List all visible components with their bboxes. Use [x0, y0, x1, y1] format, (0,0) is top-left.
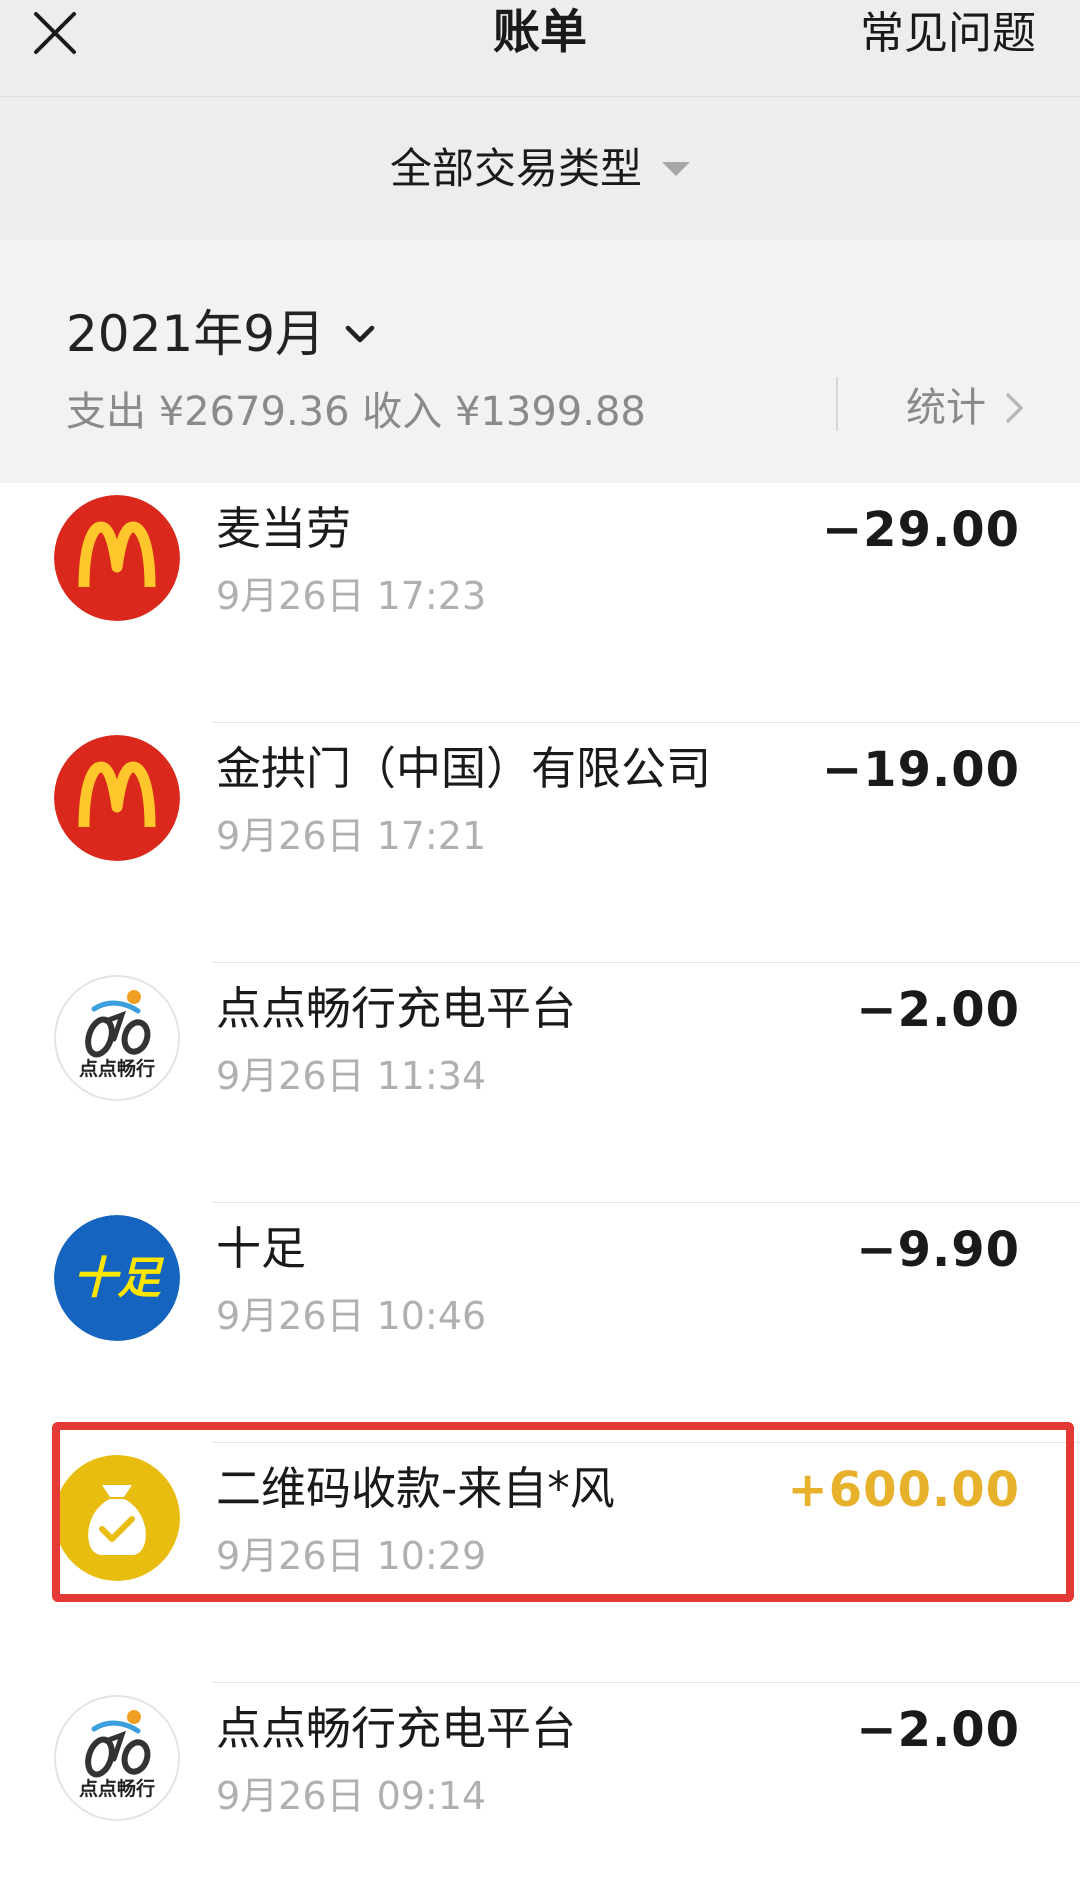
top-bar: 账单 常见问题: [0, 0, 1080, 97]
transaction-time: 9月26日 10:46: [216, 1294, 487, 1338]
month-selector[interactable]: 2021年9月: [66, 302, 377, 366]
transaction-amount: −19.00: [821, 742, 1020, 798]
transaction-row[interactable]: 金拱门（中国）有限公司 9月26日 17:21 −19.00: [0, 723, 1080, 963]
diandian-logo-icon: 点点畅行: [54, 975, 180, 1101]
transaction-row[interactable]: 麦当劳 9月26日 17:23 −29.00: [0, 483, 1080, 723]
chevron-down-icon: [345, 325, 375, 343]
transaction-name: 二维码收款-来自*风: [216, 1462, 615, 1515]
month-label: 2021年9月: [66, 305, 326, 363]
filter-label: 全部交易类型: [389, 143, 642, 193]
transaction-amount: −9.90: [856, 1222, 1020, 1278]
money-bag-icon: [54, 1455, 180, 1581]
transaction-name: 点点畅行充电平台: [216, 982, 577, 1035]
transaction-amount: −2.00: [856, 982, 1020, 1038]
chevron-right-icon: [1006, 393, 1023, 423]
transaction-name: 金拱门（中国）有限公司: [216, 742, 712, 795]
transaction-row[interactable]: 十足 十足 9月26日 10:46 −9.90: [0, 1203, 1080, 1443]
diandian-logo-icon: 点点畅行: [54, 1695, 180, 1821]
transaction-amount: −2.00: [856, 1702, 1020, 1758]
stats-label: 统计: [906, 385, 986, 431]
transaction-amount: −29.00: [821, 502, 1020, 558]
transaction-time: 9月26日 11:34: [216, 1054, 487, 1098]
transaction-type-filter[interactable]: 全部交易类型: [0, 97, 1080, 240]
mcdonalds-logo-icon: [54, 735, 180, 861]
summary-divider: [836, 377, 838, 431]
transaction-row[interactable]: 点点畅行 点点畅行充电平台 9月26日 09:14 −2.00: [0, 1683, 1080, 1895]
transaction-name: 麦当劳: [216, 502, 352, 555]
stats-link[interactable]: 统计: [906, 380, 1028, 436]
diandian-logo-text: 点点畅行: [79, 1777, 155, 1800]
transaction-row[interactable]: 二维码收款-来自*风 9月26日 10:29 +600.00: [0, 1443, 1080, 1683]
transaction-time: 9月26日 09:14: [216, 1774, 487, 1818]
transaction-row[interactable]: 点点畅行 点点畅行充电平台 9月26日 11:34 −2.00: [0, 963, 1080, 1203]
transaction-time: 9月26日 17:23: [216, 574, 487, 618]
transaction-name: 十足: [216, 1222, 307, 1275]
transaction-name: 点点畅行充电平台: [216, 1702, 577, 1755]
shizu-logo-text: 十足: [73, 1253, 165, 1304]
faq-link[interactable]: 常见问题: [860, 4, 1036, 64]
shizu-logo-icon: 十足: [54, 1215, 180, 1341]
diandian-logo-text: 点点畅行: [79, 1057, 155, 1080]
transaction-time: 9月26日 17:21: [216, 814, 487, 858]
mcdonalds-logo-icon: [54, 495, 180, 621]
caret-down-icon: [662, 161, 690, 176]
expense-income-summary: 支出 ¥2679.36 收入 ¥1399.88: [66, 389, 646, 435]
month-summary: 2021年9月 支出 ¥2679.36 收入 ¥1399.88 统计: [0, 240, 1080, 483]
transaction-list: 麦当劳 9月26日 17:23 −29.00 金拱门（中国）有限公司 9月26日…: [0, 483, 1080, 1895]
transaction-time: 9月26日 10:29: [216, 1534, 487, 1578]
transaction-amount: +600.00: [787, 1462, 1020, 1518]
